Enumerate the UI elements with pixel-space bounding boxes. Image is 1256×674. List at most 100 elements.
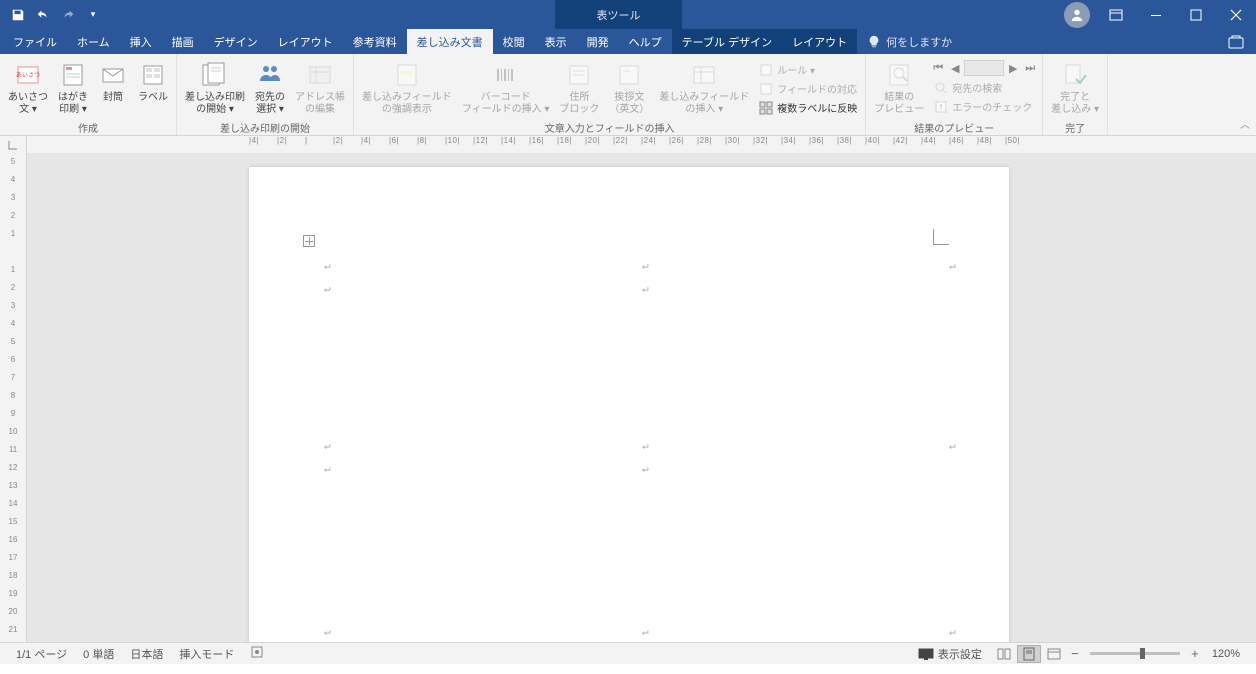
tab-file[interactable]: ファイル [3, 29, 67, 54]
window-controls [1064, 0, 1256, 29]
check-errors-button: !エラーのチェック [930, 97, 1038, 116]
paragraph-mark: ↵ [324, 462, 331, 475]
highlight-fields-button: 差し込みフィールド の強調表示 [358, 58, 456, 118]
tab-review[interactable]: 校閲 [493, 29, 535, 54]
find-recipient-button: 宛先の検索 [930, 78, 1038, 97]
greeting-line-button: 挨拶文 （英文） [605, 58, 653, 118]
page[interactable]: ↵↵↵↵↵↵↵↵↵↵↵↵↵ [249, 167, 1009, 642]
table-move-handle[interactable] [303, 235, 315, 247]
match-fields-button: フィールドの対応 [755, 79, 861, 98]
ribbon-group-finish: 完了と 差し込み ▾ 完了 [1043, 54, 1108, 135]
ribbon: あいさつあいさつ 文 ▾ はがき 印刷 ▾ 封筒 ラベル 作成 差し込み印刷 の… [0, 54, 1256, 136]
web-layout-button[interactable] [1042, 645, 1066, 663]
paragraph-mark: ↵ [324, 259, 331, 272]
svg-text:!: ! [940, 103, 942, 112]
tell-me-search[interactable]: 何をしますか [857, 29, 962, 54]
quick-access-toolbar: ▾ [0, 3, 105, 27]
vertical-ruler[interactable]: 5432112345678910111213141516171819202122… [0, 153, 27, 642]
update-labels-button[interactable]: 複数ラベルに反映 [755, 98, 861, 117]
record-number-field [964, 60, 1004, 76]
envelope-button[interactable]: 封筒 [94, 58, 132, 106]
ruler-area: |4| |2| | |2| |4| |6| |8| |10| |12| |14|… [0, 136, 1256, 153]
minimize-button[interactable] [1136, 0, 1176, 29]
zoom-level[interactable]: 120% [1204, 648, 1248, 660]
user-account-button[interactable] [1064, 2, 1090, 28]
start-merge-button[interactable]: 差し込み印刷 の開始 ▾ [181, 58, 249, 118]
statusbar: 1/1 ページ 0 単語 日本語 挿入モード 表示設定 − + 120% [0, 642, 1256, 664]
paragraph-mark: ↵ [949, 259, 956, 272]
print-layout-button[interactable] [1017, 645, 1041, 663]
prev-record-button: ◀ [947, 60, 963, 76]
barcode-button: バーコード フィールドの挿入 ▾ [458, 58, 554, 118]
paragraph-mark: ↵ [949, 625, 956, 638]
tab-mailings[interactable]: 差し込み文書 [407, 29, 493, 54]
display-settings-button[interactable]: 表示設定 [910, 646, 990, 662]
tab-help[interactable]: ヘルプ [619, 29, 672, 54]
next-record-button: ▶ [1005, 60, 1021, 76]
read-mode-button[interactable] [992, 645, 1016, 663]
record-nav: ⏮ ◀ ▶ ⏭ [930, 60, 1038, 76]
ribbon-group-create: あいさつあいさつ 文 ▾ はがき 印刷 ▾ 封筒 ラベル 作成 [0, 54, 177, 135]
close-button[interactable] [1216, 0, 1256, 29]
tab-draw[interactable]: 描画 [162, 29, 204, 54]
paragraph-mark: ↵ [324, 282, 331, 295]
titlebar: ▾ 文書 1 - Word 表ツール [0, 0, 1256, 29]
ribbon-group-start: 差し込み印刷 の開始 ▾ 宛先の 選択 ▾ アドレス帳 の編集 差し込み印刷の開… [177, 54, 354, 135]
share-button[interactable] [1216, 29, 1256, 54]
paragraph-mark: ↵ [642, 282, 649, 295]
ribbon-tabs: ファイル ホーム 挿入 描画 デザイン レイアウト 参考資料 差し込み文書 校閲… [0, 29, 1256, 54]
qat-customize-button[interactable]: ▾ [81, 3, 105, 27]
ribbon-group-fields: 差し込みフィールド の強調表示 バーコード フィールドの挿入 ▾ 住所 ブロック… [354, 54, 866, 135]
tab-home[interactable]: ホーム [67, 29, 120, 54]
tab-design[interactable]: デザイン [204, 29, 268, 54]
collapse-ribbon-button[interactable]: ︿ [1240, 116, 1250, 131]
workspace: 5432112345678910111213141516171819202122… [0, 153, 1256, 642]
last-record-button: ⏭ [1022, 60, 1038, 76]
edit-recipients-button: アドレス帳 の編集 [291, 58, 349, 118]
paragraph-mark: ↵ [642, 625, 649, 638]
select-recipients-button[interactable]: 宛先の 選択 ▾ [251, 58, 289, 118]
ribbon-display-button[interactable] [1096, 0, 1136, 29]
tab-references[interactable]: 参考資料 [343, 29, 407, 54]
rules-button: ルール ▾ [755, 60, 861, 79]
ruler-corner[interactable] [0, 136, 27, 153]
tab-insert[interactable]: 挿入 [120, 29, 162, 54]
zoom-slider[interactable] [1090, 652, 1180, 655]
undo-button[interactable] [31, 3, 55, 27]
paragraph-mark: ↵ [642, 259, 649, 272]
tab-table-design[interactable]: テーブル デザイン [672, 29, 782, 54]
zoom-out-button[interactable]: − [1068, 646, 1082, 661]
address-block-button: 住所 ブロック [555, 58, 603, 118]
page-count[interactable]: 1/1 ページ [8, 646, 75, 662]
tab-developer[interactable]: 開発 [577, 29, 619, 54]
paragraph-mark: ↵ [949, 439, 956, 452]
paragraph-mark: ↵ [642, 462, 649, 475]
paragraph-mark: ↵ [642, 439, 649, 452]
paragraph-mark: ↵ [324, 625, 331, 638]
tab-view[interactable]: 表示 [535, 29, 577, 54]
ribbon-group-preview: 結果の プレビュー ⏮ ◀ ▶ ⏭ 宛先の検索 !エラーのチェック 結果のプレビ… [866, 54, 1043, 135]
greeting-button[interactable]: あいさつあいさつ 文 ▾ [4, 58, 52, 118]
label-button[interactable]: ラベル [134, 58, 172, 106]
macro-indicator[interactable] [242, 645, 272, 662]
first-record-button: ⏮ [930, 60, 946, 76]
save-button[interactable] [6, 3, 30, 27]
zoom-in-button[interactable]: + [1188, 646, 1202, 661]
language-indicator[interactable]: 日本語 [122, 646, 171, 662]
postcard-button[interactable]: はがき 印刷 ▾ [54, 58, 92, 118]
zoom-thumb[interactable] [1140, 648, 1145, 659]
preview-results-button: 結果の プレビュー [870, 58, 928, 118]
insert-mode[interactable]: 挿入モード [171, 646, 242, 662]
document-area[interactable]: ↵↵↵↵↵↵↵↵↵↵↵↵↵ [27, 153, 1256, 642]
maximize-button[interactable] [1176, 0, 1216, 29]
horizontal-ruler[interactable]: |4| |2| | |2| |4| |6| |8| |10| |12| |14|… [27, 136, 1256, 153]
insert-merge-field-button: 差し込みフィールド の挿入 ▾ [655, 58, 753, 118]
finish-merge-button: 完了と 差し込み ▾ [1047, 58, 1103, 118]
lightbulb-icon [867, 35, 881, 49]
tab-table-layout[interactable]: レイアウト [782, 29, 857, 54]
redo-button[interactable] [56, 3, 80, 27]
view-mode-buttons [992, 645, 1066, 663]
tab-layout[interactable]: レイアウト [268, 29, 343, 54]
word-count[interactable]: 0 単語 [75, 646, 122, 662]
svg-text:あいさつ: あいさつ [16, 72, 40, 79]
